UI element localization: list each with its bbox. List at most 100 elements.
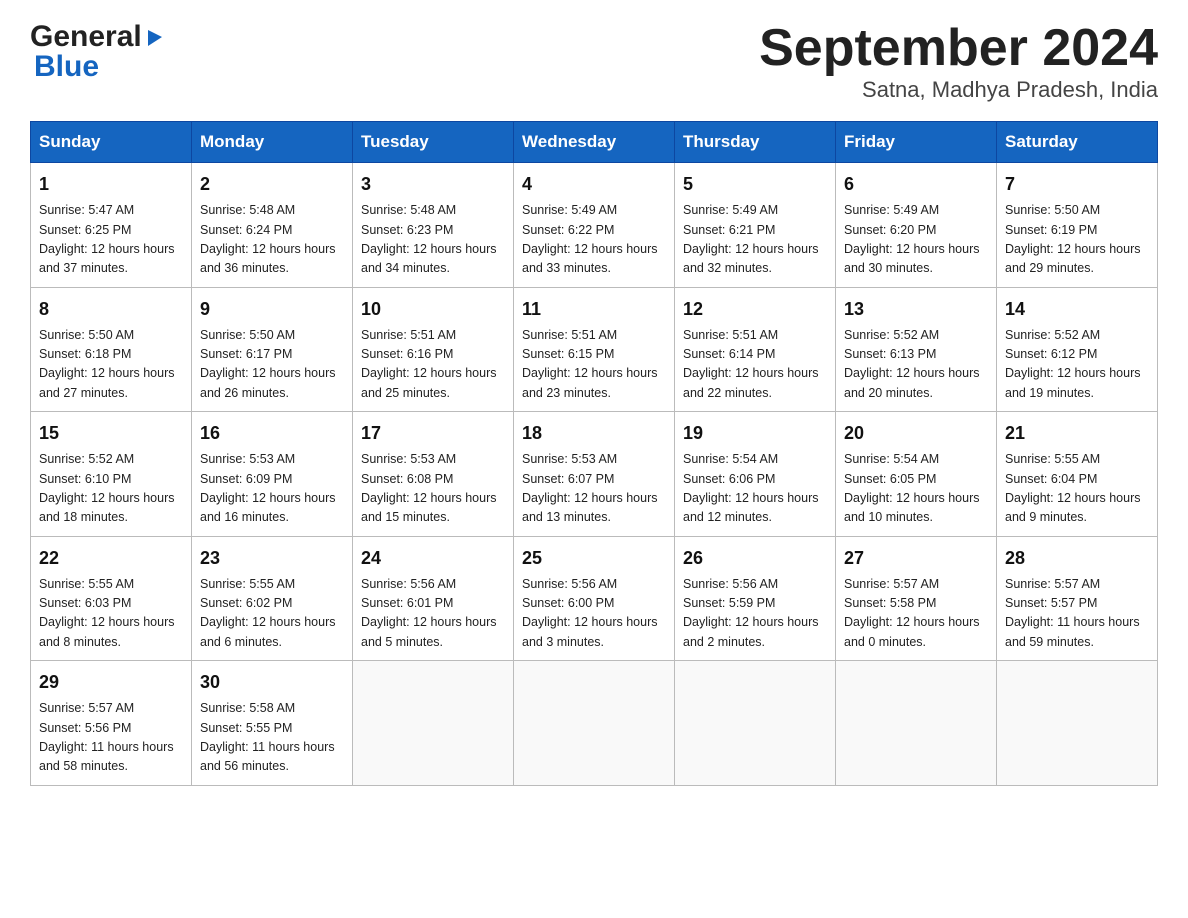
day-info-line-1: Sunset: 5:59 PM [683, 596, 775, 610]
day-info-line-2: Daylight: 12 hours hours [200, 615, 336, 629]
calendar-cell: 11 Sunrise: 5:51 AMSunset: 6:15 PMDaylig… [514, 287, 675, 412]
day-info-line-0: Sunrise: 5:53 AM [200, 452, 295, 466]
day-info-line-2: Daylight: 12 hours hours [683, 366, 819, 380]
day-info-line-2: Daylight: 12 hours hours [522, 242, 658, 256]
day-info: Sunrise: 5:52 AMSunset: 6:13 PMDaylight:… [844, 326, 988, 404]
calendar-cell [514, 661, 675, 786]
day-info-line-2: Daylight: 12 hours hours [522, 491, 658, 505]
day-info-line-3: and 32 minutes. [683, 261, 772, 275]
header-sunday: Sunday [31, 122, 192, 163]
day-info-line-2: Daylight: 12 hours hours [1005, 366, 1141, 380]
day-info-line-1: Sunset: 6:19 PM [1005, 223, 1097, 237]
day-info-line-3: and 33 minutes. [522, 261, 611, 275]
day-info: Sunrise: 5:57 AMSunset: 5:58 PMDaylight:… [844, 575, 988, 653]
calendar-cell: 7 Sunrise: 5:50 AMSunset: 6:19 PMDayligh… [997, 163, 1158, 288]
day-info-line-0: Sunrise: 5:50 AM [200, 328, 295, 342]
day-number: 22 [39, 545, 183, 572]
day-info-line-1: Sunset: 6:05 PM [844, 472, 936, 486]
header-friday: Friday [836, 122, 997, 163]
day-info-line-0: Sunrise: 5:52 AM [1005, 328, 1100, 342]
day-info-line-2: Daylight: 12 hours hours [522, 366, 658, 380]
day-info: Sunrise: 5:50 AMSunset: 6:18 PMDaylight:… [39, 326, 183, 404]
day-info: Sunrise: 5:53 AMSunset: 6:07 PMDaylight:… [522, 450, 666, 528]
day-info-line-0: Sunrise: 5:54 AM [683, 452, 778, 466]
day-info-line-2: Daylight: 12 hours hours [844, 615, 980, 629]
day-info-line-1: Sunset: 6:02 PM [200, 596, 292, 610]
day-info-line-3: and 10 minutes. [844, 510, 933, 524]
day-info-line-3: and 34 minutes. [361, 261, 450, 275]
day-info-line-1: Sunset: 6:20 PM [844, 223, 936, 237]
day-number: 30 [200, 669, 344, 696]
calendar-cell: 8 Sunrise: 5:50 AMSunset: 6:18 PMDayligh… [31, 287, 192, 412]
day-info-line-1: Sunset: 6:09 PM [200, 472, 292, 486]
day-info-line-3: and 37 minutes. [39, 261, 128, 275]
day-info: Sunrise: 5:51 AM Sunset: 6:14 PM Daylight:… [683, 326, 827, 404]
day-info-line-3: and 12 minutes. [683, 510, 772, 524]
day-number: 2 [200, 171, 344, 198]
day-info-line-3: and 2 minutes. [683, 635, 765, 649]
day-info-line-2: Daylight: 12 hours hours [1005, 491, 1141, 505]
day-info: Sunrise: 5:51 AMSunset: 6:16 PMDaylight:… [361, 326, 505, 404]
calendar-week-row: 15 Sunrise: 5:52 AMSunset: 6:10 PMDaylig… [31, 412, 1158, 537]
day-info-line-0: Sunrise: 5:51 AM [683, 328, 778, 342]
day-info-line-1: Sunset: 6:15 PM [522, 347, 614, 361]
day-info-line-3: and 26 minutes. [200, 386, 289, 400]
calendar-week-row: 22 Sunrise: 5:55 AM Sunset: 6:03 PM Daylig… [31, 536, 1158, 661]
day-info-line-1: Sunset: 5:57 PM [1005, 596, 1097, 610]
calendar-cell: 18 Sunrise: 5:53 AMSunset: 6:07 PMDaylig… [514, 412, 675, 537]
day-number: 5 [683, 171, 827, 198]
calendar-cell: 21 Sunrise: 5:55 AMSunset: 6:04 PMDaylig… [997, 412, 1158, 537]
day-number: 8 [39, 296, 183, 323]
logo-triangle-icon [144, 26, 166, 48]
day-info: Sunrise: 5:57 AMSunset: 5:56 PMDaylight:… [39, 699, 183, 777]
day-info-line-0: Sunrise: 5:54 AM [844, 452, 939, 466]
calendar-title: September 2024 [759, 20, 1158, 77]
day-number: 27 [844, 545, 988, 572]
day-info-line-3: and 20 minutes. [844, 386, 933, 400]
day-number: 26 [683, 545, 827, 572]
day-number: 17 [361, 420, 505, 447]
calendar-week-row: 1 Sunrise: 5:47 AMSunset: 6:25 PMDayligh… [31, 163, 1158, 288]
day-number: 3 [361, 171, 505, 198]
day-info: Sunrise: 5:55 AMSunset: 6:04 PMDaylight:… [1005, 450, 1149, 528]
day-info-line-3: and 59 minutes. [1005, 635, 1094, 649]
day-number: 9 [200, 296, 344, 323]
day-info-line-3: and 27 minutes. [39, 386, 128, 400]
calendar-cell: 19 Sunrise: 5:54 AMSunset: 6:06 PMDaylig… [675, 412, 836, 537]
day-info-line-2: Daylight: 12 hours hours [683, 242, 819, 256]
calendar-cell: 3 Sunrise: 5:48 AMSunset: 6:23 PMDayligh… [353, 163, 514, 288]
calendar-cell: 6 Sunrise: 5:49 AMSunset: 6:20 PMDayligh… [836, 163, 997, 288]
calendar-cell: 28 Sunrise: 5:57 AMSunset: 5:57 PMDaylig… [997, 536, 1158, 661]
day-info-line-0: Sunrise: 5:49 AM [683, 203, 778, 217]
day-number: 29 [39, 669, 183, 696]
calendar-cell: 24 Sunrise: 5:56 AMSunset: 6:01 PMDaylig… [353, 536, 514, 661]
day-info-line-1: Sunset: 6:14 PM [683, 347, 775, 361]
day-number: 12 [683, 296, 827, 323]
day-number: 19 [683, 420, 827, 447]
day-number: 7 [1005, 171, 1149, 198]
day-info: Sunrise: 5:54 AMSunset: 6:06 PMDaylight:… [683, 450, 827, 528]
calendar-cell: 16 Sunrise: 5:53 AMSunset: 6:09 PMDaylig… [192, 412, 353, 537]
day-info-line-1: Sunset: 6:03 PM [39, 596, 131, 610]
day-info-line-1: Sunset: 6:06 PM [683, 472, 775, 486]
header: General Blue September 2024 Satna, Madhy… [30, 20, 1158, 103]
day-info-line-1: Sunset: 6:21 PM [683, 223, 775, 237]
day-info-line-3: and 18 minutes. [39, 510, 128, 524]
day-number: 23 [200, 545, 344, 572]
calendar-cell: 1 Sunrise: 5:47 AMSunset: 6:25 PMDayligh… [31, 163, 192, 288]
day-info-line-2: Daylight: 12 hours hours [200, 366, 336, 380]
day-info-line-1: Sunset: 6:10 PM [39, 472, 131, 486]
day-info-line-0: Sunrise: 5:48 AM [200, 203, 295, 217]
day-info-line-1: Sunset: 6:16 PM [361, 347, 453, 361]
day-info: Sunrise: 5:49 AMSunset: 6:20 PMDaylight:… [844, 201, 988, 279]
day-info-line-3: and 29 minutes. [1005, 261, 1094, 275]
day-info-line-2: Daylight: 11 hours hours [1005, 615, 1140, 629]
day-number: 21 [1005, 420, 1149, 447]
day-info-line-2: Daylight: 12 hours hours [361, 491, 497, 505]
day-info-line-2: Daylight: 12 hours hours [39, 615, 175, 629]
day-info-line-0: Sunrise: 5:55 AM [39, 577, 134, 591]
day-info-line-0: Sunrise: 5:57 AM [1005, 577, 1100, 591]
day-info-line-1: Sunset: 6:18 PM [39, 347, 131, 361]
calendar-cell: 29 Sunrise: 5:57 AMSunset: 5:56 PMDaylig… [31, 661, 192, 786]
day-number: 15 [39, 420, 183, 447]
